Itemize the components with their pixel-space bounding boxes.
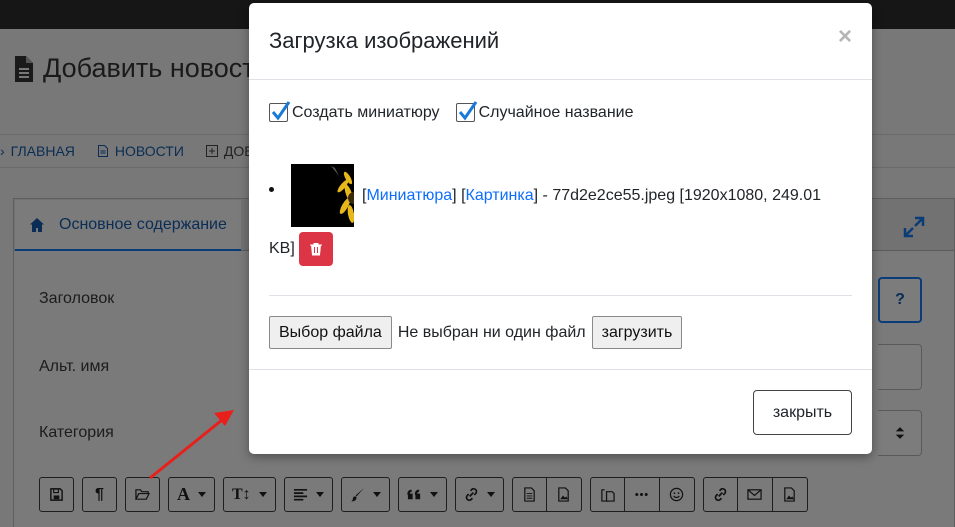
random-name-checkbox[interactable]: Случайное название <box>455 101 634 122</box>
paragraph-button[interactable]: ¶ <box>82 477 117 512</box>
image-upload-button[interactable] <box>772 477 808 512</box>
sort-icon <box>895 427 904 439</box>
list-bullet <box>269 187 274 192</box>
home-icon <box>30 217 44 232</box>
link-icon <box>714 487 726 502</box>
align-dropdown[interactable] <box>283 477 333 512</box>
file-info: [Миниатюра] [Картинка] - 77d2e2ce55.jpeg… <box>362 187 821 204</box>
upload-button[interactable]: загрузить <box>591 316 683 349</box>
align-left-icon <box>293 488 307 501</box>
image-link[interactable]: Картинка <box>466 187 534 204</box>
quote-dropdown[interactable] <box>397 477 447 512</box>
link-dropdown[interactable] <box>454 477 504 512</box>
insert-file-button[interactable] <box>511 477 547 512</box>
thumbnail-link[interactable]: Миниатюра <box>366 187 452 204</box>
breadcrumb-home-label: ГЛАВНАЯ <box>10 143 75 159</box>
field-label-alt-name: Альт. имя <box>39 358 110 375</box>
choose-file-button[interactable]: Выбор файла <box>269 316 392 349</box>
caret-down-icon <box>486 492 495 497</box>
tab-main-content-label: Основное содержание <box>59 215 227 233</box>
divider <box>269 295 852 296</box>
page-title: Добавить новость <box>13 53 269 84</box>
link-icon <box>465 487 477 502</box>
alt-name-input-end[interactable] <box>878 344 922 390</box>
close-button[interactable]: закрыть <box>753 390 852 435</box>
file-image-icon <box>558 487 569 502</box>
plus-square-icon <box>205 145 218 157</box>
paragraph-icon: ¶ <box>95 485 104 503</box>
no-file-status: Не выбран ни один файл <box>397 323 586 341</box>
category-select-arrow[interactable] <box>878 410 922 456</box>
file-name-info: 77d2e2ce55.jpeg [1920x1080, 249.01 <box>552 187 821 204</box>
page-title-text: Добавить новость <box>43 53 269 83</box>
upload-row: Выбор файла Не выбран ни один файл загру… <box>269 316 683 349</box>
emoji-button[interactable] <box>659 477 695 512</box>
font-size-dropdown[interactable]: T↕ <box>223 477 276 512</box>
modal-close-icon[interactable]: × <box>838 23 852 51</box>
insert-image-button[interactable] <box>546 477 582 512</box>
checkbox-checked-icon[interactable] <box>269 101 291 122</box>
modal-title: Загрузка изображений <box>269 28 500 53</box>
clipboard-icon <box>600 489 615 502</box>
quote-icon <box>407 489 420 500</box>
breadcrumb-news-label: НОВОСТИ <box>114 143 184 159</box>
hyperlink-button[interactable] <box>702 477 738 512</box>
modal-header: Загрузка изображений <box>249 3 872 80</box>
chevron-right-icon: › <box>0 143 5 159</box>
folder-open-icon <box>135 489 150 500</box>
caret-down-icon <box>258 492 267 497</box>
ellipsis-icon <box>635 493 648 496</box>
color-dropdown[interactable] <box>340 477 390 512</box>
paint-brush-icon <box>350 487 364 502</box>
upload-options: Создать миниатюру Случайное название <box>269 101 634 122</box>
file-text-icon <box>523 487 535 502</box>
breadcrumb-news[interactable]: НОВОСТИ <box>97 143 184 159</box>
font-icon: A <box>177 484 190 504</box>
caret-down-icon <box>372 492 381 497</box>
email-button[interactable] <box>737 477 773 512</box>
modal-footer: закрыть <box>249 369 872 454</box>
save-icon <box>50 488 63 501</box>
envelope-icon <box>747 489 762 500</box>
document-icon <box>15 55 33 82</box>
tab-main-content[interactable]: Основное содержание <box>15 200 241 251</box>
file-size-unit: KB] <box>269 240 295 257</box>
delete-file-button[interactable] <box>298 232 333 266</box>
field-label-category: Категория <box>39 424 114 441</box>
image-thumbnail[interactable] <box>291 164 354 227</box>
trash-icon <box>309 243 322 256</box>
caret-down-icon <box>429 492 438 497</box>
paste-button[interactable] <box>589 477 625 512</box>
create-thumbnail-checkbox[interactable]: Создать миниатюру <box>269 101 440 122</box>
random-name-label: Случайное название <box>478 103 634 121</box>
more-button[interactable] <box>624 477 660 512</box>
smile-icon <box>669 487 684 502</box>
breadcrumb-home[interactable]: › ГЛАВНАЯ <box>0 143 75 159</box>
editor-toolbar: ¶ A T↕ <box>39 477 808 512</box>
text-height-icon: T↕ <box>232 485 251 503</box>
font-dropdown[interactable]: A <box>168 477 215 512</box>
expand-icon[interactable] <box>902 215 926 239</box>
file-image-icon <box>784 487 795 502</box>
save-button[interactable] <box>39 477 74 512</box>
create-thumbnail-label: Создать миниатюру <box>292 103 440 121</box>
open-folder-button[interactable] <box>125 477 160 512</box>
field-label-title: Заголовок <box>39 290 115 307</box>
image-upload-modal: Загрузка изображений × Создать миниатюру… <box>249 3 872 454</box>
caret-down-icon <box>198 492 206 497</box>
document-icon <box>97 145 108 157</box>
file-info-line2: KB] <box>269 232 333 266</box>
help-button[interactable]: ? <box>878 277 922 323</box>
sunflower-thumbnail-image <box>291 164 354 227</box>
caret-down-icon <box>315 492 324 497</box>
checkbox-checked-icon[interactable] <box>455 101 477 122</box>
